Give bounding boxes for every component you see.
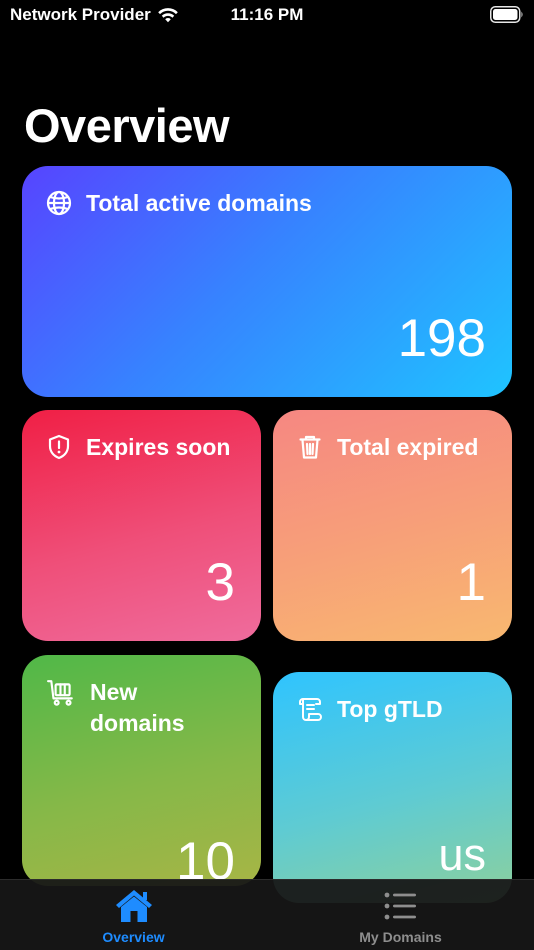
card-header: Total active domains [46,188,312,219]
tab-my-domains[interactable]: My Domains [267,880,534,950]
card-header: Top gTLD [297,694,443,725]
card-value: 198 [397,309,486,368]
tab-overview[interactable]: Overview [0,880,267,950]
tab-label: Overview [102,929,165,945]
tab-label: My Domains [359,929,442,945]
expires-soon-card[interactable]: Expires soon 3 [22,410,261,641]
card-label: New domains [90,679,185,736]
total-active-domains-card[interactable]: Total active domains 198 [22,166,512,397]
card-label: Expires soon [86,434,231,460]
tab-bar: Overview My Domains [0,879,534,950]
scroll-icon [299,698,322,721]
card-label: Total active domains [86,190,312,216]
status-bar: Network Provider 11:16 PM [0,0,534,32]
battery-icon [490,6,523,23]
page-title: Overview [24,99,230,152]
card-header: New domains [46,677,185,739]
top-gtld-card[interactable]: Top gTLD us [273,672,512,903]
trash-icon [299,435,321,459]
card-header: Total expired [297,432,478,463]
total-expired-card[interactable]: Total expired 1 [273,410,512,641]
clock: 11:16 PM [230,5,304,24]
list-icon [384,892,416,920]
house-icon [115,890,152,922]
globe-icon [46,190,72,216]
card-value: 3 [205,553,235,612]
card-header: Expires soon [46,432,230,463]
new-domains-card[interactable]: New domains 10 [22,655,261,886]
card-value: 1 [456,553,486,612]
card-value: us [438,829,486,880]
shield-alert-icon [48,434,70,460]
card-label: Total expired [337,434,479,460]
cart-icon [47,680,73,706]
card-label: Top gTLD [337,696,443,722]
